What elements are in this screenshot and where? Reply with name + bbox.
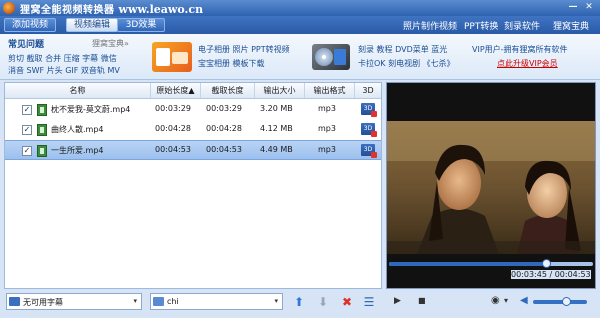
minimize-button[interactable]: — xyxy=(566,2,580,14)
clip-length: 00:04:53 xyxy=(206,145,242,154)
dvd-burn-icon xyxy=(312,44,350,70)
output-format: mp3 xyxy=(318,145,336,154)
snapshot-menu-chevron-icon[interactable]: ▾ xyxy=(504,296,508,305)
title-bar: 狸窝全能视频转换器 www.leawo.cn — ✕ xyxy=(0,0,600,16)
vip-description: VIP用户-拥有狸窝所有软件 xyxy=(472,45,568,54)
promo-banner: 常见问题 狸窝宝典» 剪切 截取 合并 压缩 字幕 微信 消音 SWF 片头 G… xyxy=(0,34,600,80)
video-file-icon xyxy=(37,145,47,157)
tab-add-video[interactable]: 添加视频 xyxy=(4,18,56,32)
subtitle-icon xyxy=(9,297,20,306)
delete-icon[interactable]: ✖ xyxy=(340,295,354,309)
faq-links-row-1[interactable]: 剪切 截取 合并 压缩 字幕 微信 xyxy=(8,53,117,64)
time-display: 00:03:45 / 00:04:53 xyxy=(511,270,591,279)
file-name: 一生所爱.mp4 xyxy=(51,146,104,155)
clip-length: 00:04:28 xyxy=(206,124,242,133)
video-file-icon xyxy=(37,124,47,136)
seek-handle[interactable] xyxy=(541,259,551,268)
file-name: 枕不爱我-莫文蔚.mp4 xyxy=(51,105,131,114)
chevron-down-icon: ▾ xyxy=(133,297,137,305)
column-output-size[interactable]: 输出大小 xyxy=(255,83,305,98)
seek-bar[interactable] xyxy=(389,259,593,268)
original-length: 00:03:29 xyxy=(155,104,191,113)
menu-bar: 添加视频 视频编辑 3D效果 照片制作视频 PPT转换 刻录软件 狸窝宝典 xyxy=(0,16,600,34)
column-3d[interactable]: 3D xyxy=(355,83,381,98)
column-clip-length[interactable]: 截取长度 xyxy=(201,83,255,98)
move-up-icon[interactable]: ⬆ xyxy=(292,295,306,309)
3d-settings-icon[interactable]: 3D xyxy=(361,123,377,137)
list-settings-icon[interactable]: ☰ xyxy=(362,295,376,309)
menu-burn-software[interactable]: 刻录软件 xyxy=(504,19,540,32)
video-frame[interactable] xyxy=(387,121,595,254)
volume-speaker-icon[interactable]: ◀ xyxy=(520,295,528,306)
seek-progress xyxy=(389,262,546,266)
original-length: 00:04:53 xyxy=(155,145,191,154)
subtitle-value: 无可用字幕 xyxy=(23,298,63,307)
menu-photo-video[interactable]: 照片制作视频 xyxy=(403,19,457,32)
time-current: 00:03:45 xyxy=(511,270,547,279)
file-row[interactable]: ✓ 枕不爱我-莫文蔚.mp4 00:03:29 00:03:29 3.20 MB… xyxy=(5,100,381,120)
file-row-checkbox[interactable]: ✓ xyxy=(22,146,32,156)
video-preview-panel xyxy=(386,82,596,289)
promo-album-links-1[interactable]: 电子相册 照片 PPT转视频 xyxy=(198,44,290,55)
3d-settings-icon[interactable]: 3D xyxy=(361,103,377,117)
output-format: mp3 xyxy=(318,124,336,133)
faq-links-row-2[interactable]: 消音 SWF 片头 GIF 双音轨 MV xyxy=(8,65,120,76)
faq-title: 常见问题 xyxy=(8,40,45,50)
promo-dvd-links-1[interactable]: 刻录 教程 DVD菜单 蓝光 xyxy=(358,44,447,55)
file-list-header: 名称 原始长度▲ 截取长度 输出大小 输出格式 3D xyxy=(5,83,381,99)
column-output-format[interactable]: 输出格式 xyxy=(305,83,355,98)
app-logo-icon xyxy=(3,2,15,14)
app-title: 狸窝全能视频转换器 www.leawo.cn xyxy=(20,1,203,16)
original-length: 00:04:28 xyxy=(155,124,191,133)
file-row-checkbox[interactable]: ✓ xyxy=(22,125,32,135)
column-original-length[interactable]: 原始长度▲ xyxy=(151,83,201,98)
app-title-url: www.leawo.cn xyxy=(118,3,204,16)
subtitle-select[interactable]: 无可用字幕 ▾ xyxy=(6,293,142,310)
output-size: 4.12 MB xyxy=(260,124,293,133)
file-row-selected[interactable]: ✓ 一生所爱.mp4 00:04:53 00:04:53 4.49 MB mp3… xyxy=(5,140,381,160)
stop-icon[interactable]: ■ xyxy=(418,296,426,305)
output-size: 4.49 MB xyxy=(260,145,293,154)
close-button[interactable]: ✕ xyxy=(582,2,596,14)
promo-album-links-2[interactable]: 宝宝相册 模板下载 xyxy=(198,58,265,69)
audio-track-select[interactable]: chi ▾ xyxy=(150,293,283,310)
menu-ppt-convert[interactable]: PPT转换 xyxy=(464,19,498,32)
faq-more-link[interactable]: 狸窝宝典» xyxy=(92,38,129,49)
video-file-icon xyxy=(37,104,47,116)
menu-leawo-guide[interactable]: 狸窝宝典 xyxy=(553,19,589,32)
column-name[interactable]: 名称 xyxy=(5,83,151,98)
chevron-down-icon: ▾ xyxy=(274,297,278,305)
snapshot-camera-icon[interactable]: ◉ xyxy=(491,295,500,306)
output-format: mp3 xyxy=(318,104,336,113)
app-title-name: 狸窝全能视频转换器 xyxy=(20,5,115,16)
vip-upgrade-link[interactable]: 点此升级VIP会员 xyxy=(497,58,558,69)
play-icon[interactable]: ▶ xyxy=(394,296,401,306)
file-row[interactable]: ✓ 曲终人散.mp4 00:04:28 00:04:28 4.12 MB mp3… xyxy=(5,120,381,140)
move-down-icon[interactable]: ⬇ xyxy=(316,295,330,309)
time-separator: / xyxy=(546,270,555,279)
tab-3d-effect[interactable]: 3D效果 xyxy=(117,18,165,32)
tab-video-edit[interactable]: 视频编辑 xyxy=(66,18,118,32)
3d-settings-icon[interactable]: 3D xyxy=(361,144,377,158)
bottom-toolbar: 无可用字幕 ▾ chi ▾ ⬆ ⬇ ✖ ☰ ▶ ■ ◉ ▾ ◀ xyxy=(0,289,600,318)
file-name: 曲终人散.mp4 xyxy=(51,125,104,134)
output-size: 3.20 MB xyxy=(260,104,293,113)
ppt-album-icon xyxy=(152,42,192,72)
file-row-checkbox[interactable]: ✓ xyxy=(22,105,32,115)
volume-slider[interactable] xyxy=(533,297,587,306)
promo-dvd-links-2[interactable]: 卡拉OK 刻电视剧 《七杀》 xyxy=(358,58,455,69)
audio-track-value: chi xyxy=(167,297,179,306)
clip-length: 00:03:29 xyxy=(206,104,242,113)
audio-track-icon xyxy=(153,297,164,306)
time-total: 00:04:53 xyxy=(554,270,591,279)
file-list-panel: 名称 原始长度▲ 截取长度 输出大小 输出格式 3D ✓ 枕不爱我-莫文蔚.mp… xyxy=(4,82,382,289)
video-still-image xyxy=(387,121,595,254)
